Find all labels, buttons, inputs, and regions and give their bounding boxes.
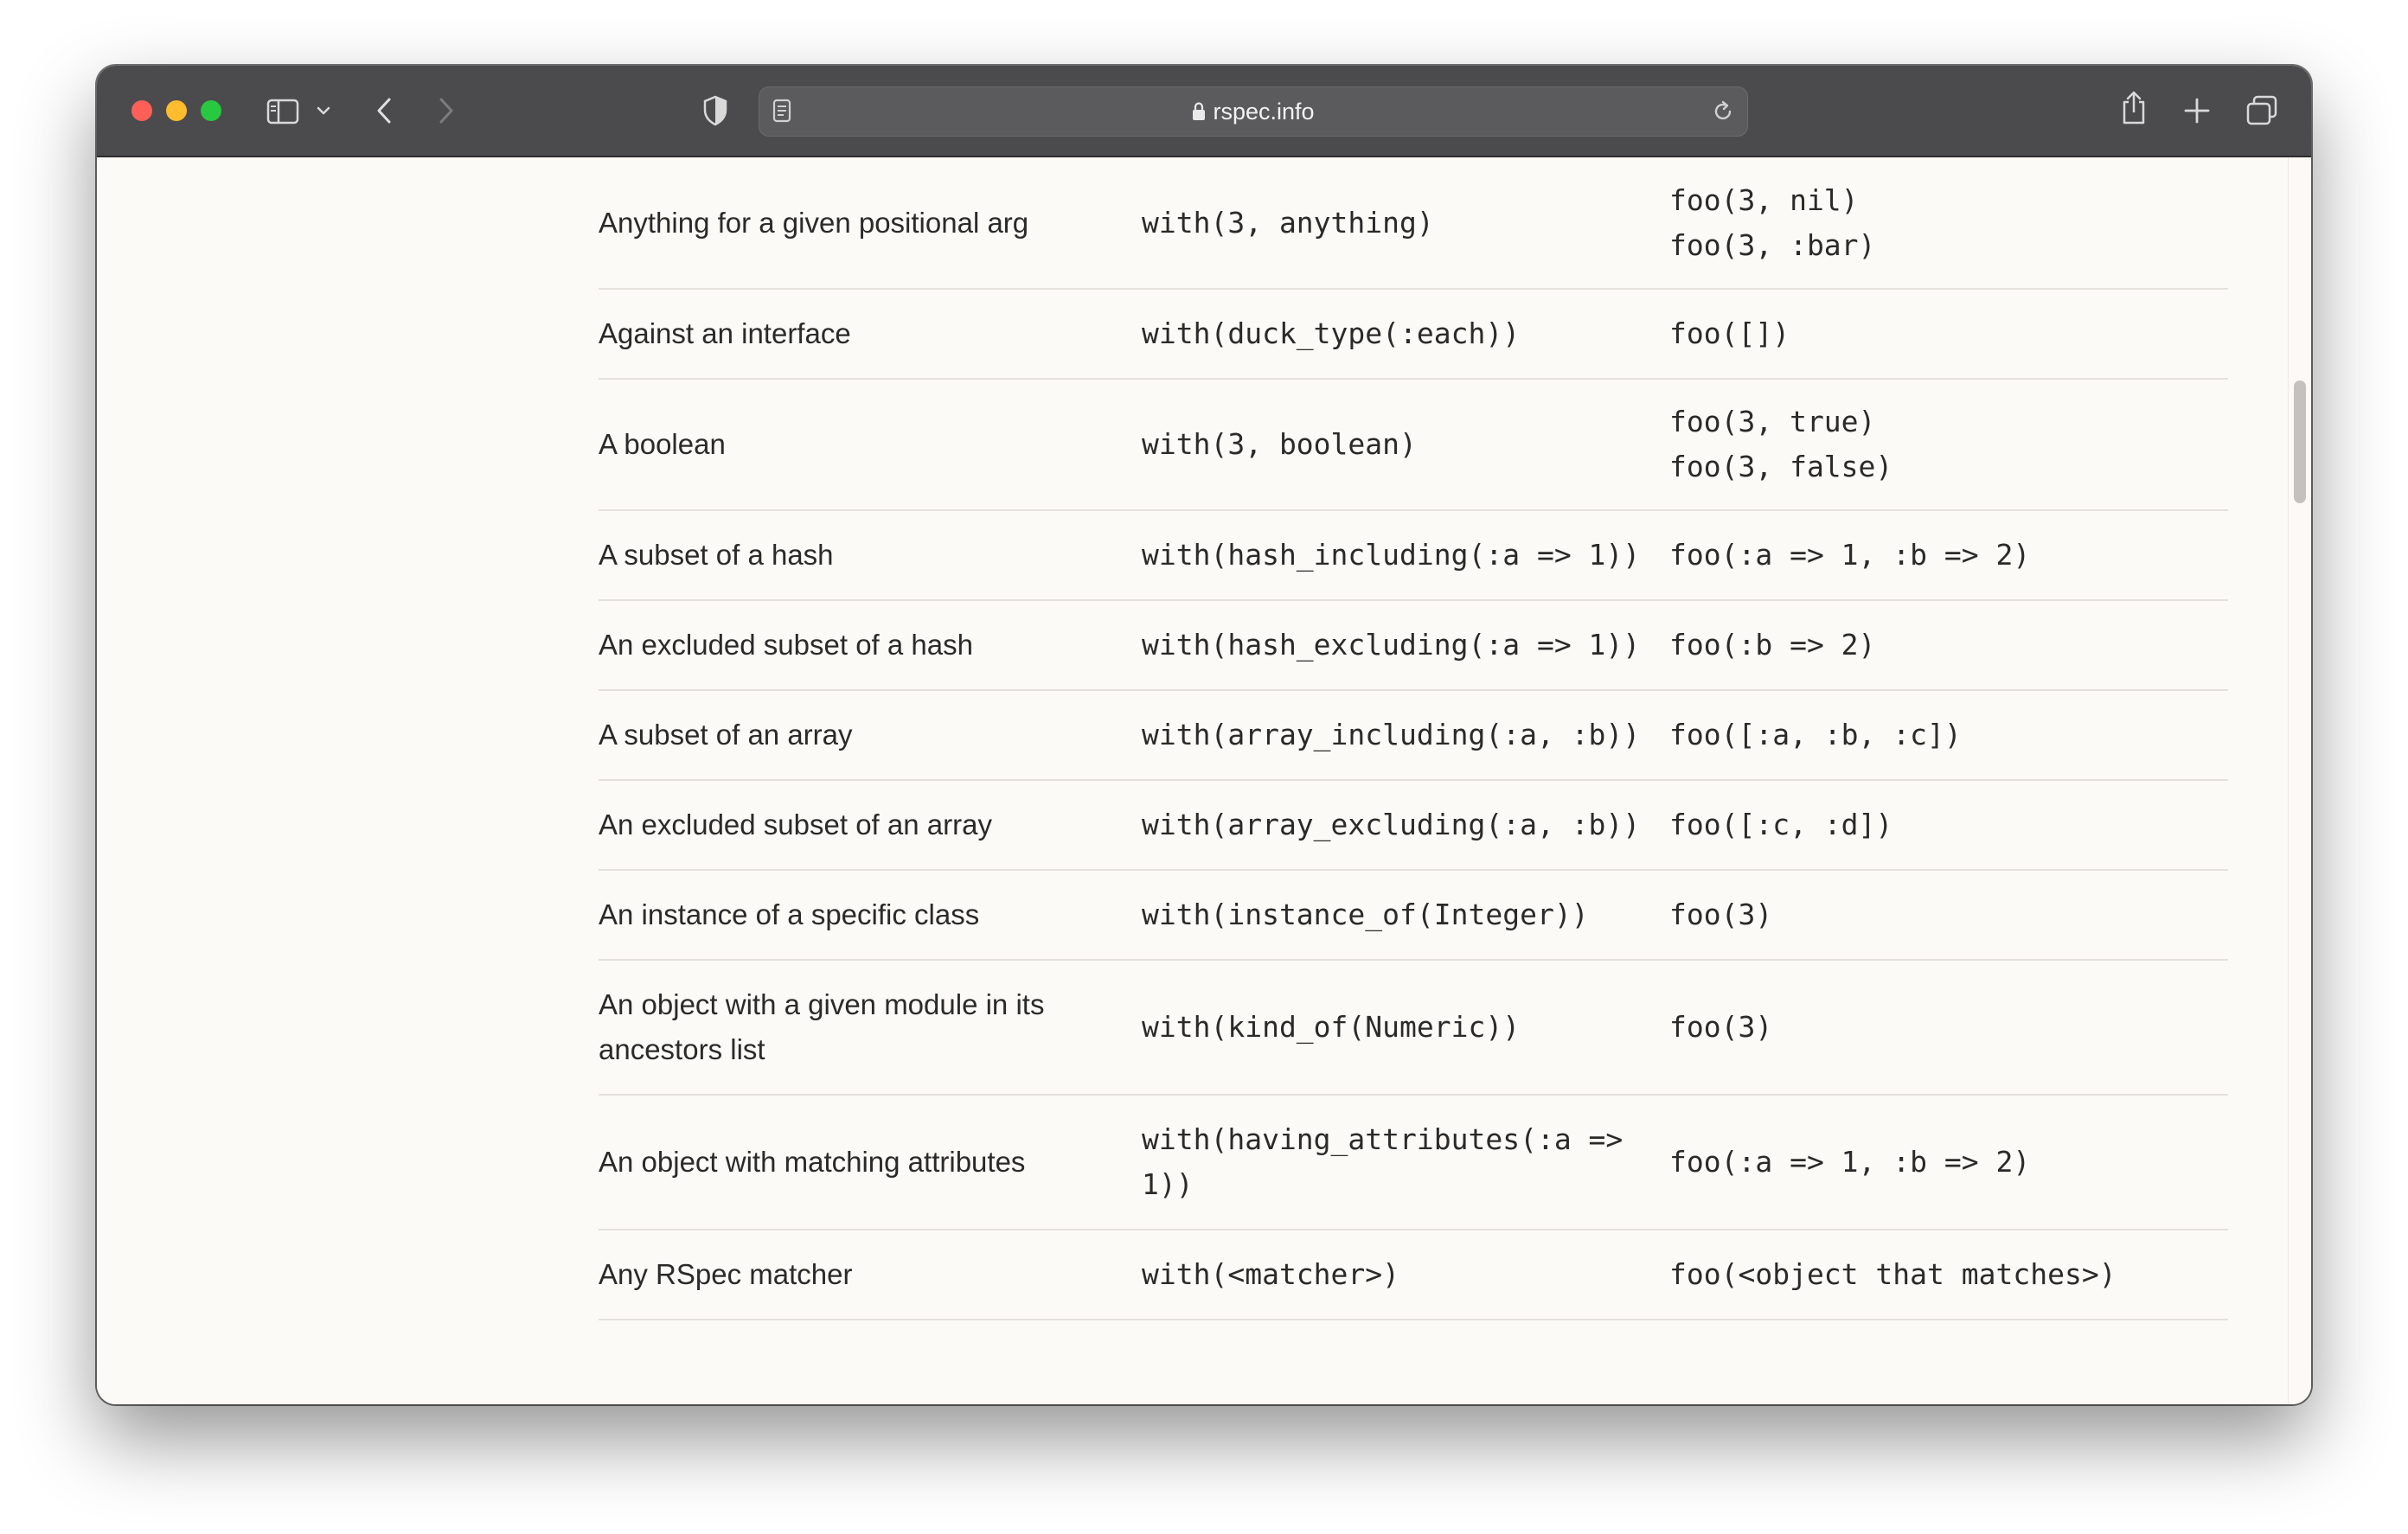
- table-body: Anything for a given positional arg with(…: [599, 157, 2228, 1320]
- matching-call-cell: foo(:a => 1, :b => 2): [1669, 510, 2228, 601]
- matcher-code: with(having_attributes(:a =>: [1142, 1122, 1623, 1156]
- matcher-description: An instance of a specific class: [599, 870, 1142, 961]
- matching-call-example: foo(<object that matches>): [1669, 1257, 2117, 1291]
- argument-matchers-table: Anything for a given positional arg with(…: [599, 157, 2228, 1320]
- matcher-description: An object with a given module in its anc…: [599, 960, 1142, 1096]
- matcher-code-cell: with(3, boolean): [1142, 379, 1669, 511]
- matcher-code: with(hash_excluding(:a => 1)): [1142, 628, 1641, 662]
- browser-toolbar: rspec.info: [97, 66, 2311, 157]
- address-bar[interactable]: rspec.info: [759, 86, 1748, 137]
- matching-call-cell: foo(3): [1669, 960, 2228, 1096]
- table-row: An object with a given module in its anc…: [599, 960, 2228, 1096]
- matching-call-example: foo([:a, :b, :c]): [1669, 718, 1962, 751]
- table-row: Any RSpec matcher with(<matcher>) foo(<obj…: [599, 1230, 2228, 1320]
- browser-window: rspec.info Anything for a given position…: [97, 66, 2311, 1404]
- matching-call-cell: foo(<object that matches>): [1669, 1230, 2228, 1320]
- matching-call-example: foo(3): [1669, 1010, 1773, 1044]
- matching-call-example: foo(3, true): [1669, 405, 1876, 438]
- matching-call-example: foo(3): [1669, 898, 1773, 931]
- matcher-code-cell: with(<matcher>): [1142, 1230, 1669, 1320]
- matcher-code-cell: with(hash_excluding(:a => 1)): [1142, 600, 1669, 691]
- matching-call-cell: foo(:a => 1, :b => 2): [1669, 1095, 2228, 1230]
- page-content: Anything for a given positional arg with(…: [97, 157, 2311, 1404]
- matching-call-example: foo(:b => 2): [1669, 628, 1876, 662]
- matcher-description: An excluded subset of a hash: [599, 600, 1142, 691]
- tab-overview-icon[interactable]: [2245, 95, 2278, 126]
- scrollbar-track[interactable]: [2288, 157, 2311, 1404]
- matcher-code-cell: with(hash_including(:a => 1)): [1142, 510, 1669, 601]
- table-row: An excluded subset of a hash with(hash_ex…: [599, 600, 2228, 691]
- matching-call-cell: foo(3, nil) foo(3, :bar): [1669, 157, 2228, 290]
- matcher-code-cell: with(having_attributes(:a => 1)): [1142, 1095, 1669, 1230]
- matcher-description: Against an interface: [599, 289, 1142, 380]
- matcher-code-cell: with(array_including(:a, :b)): [1142, 690, 1669, 781]
- matcher-code: with(3, boolean): [1142, 427, 1417, 461]
- address-text-wrap: rspec.info: [759, 99, 1747, 124]
- table-row: A boolean with(3, boolean) foo(3, true) foo…: [599, 379, 2228, 511]
- matching-call-cell: foo(3): [1669, 870, 2228, 961]
- matcher-code: with(array_including(:a, :b)): [1142, 718, 1641, 751]
- matching-call-example: foo(:a => 1, :b => 2): [1669, 1145, 2031, 1179]
- forward-arrow-icon[interactable]: [438, 97, 455, 125]
- table-row: Anything for a given positional arg with(…: [599, 157, 2228, 290]
- matching-call-example: foo([:c, :d]): [1669, 808, 1893, 841]
- sidebar-icon[interactable]: [266, 99, 299, 125]
- minimize-window-button[interactable]: [166, 100, 187, 121]
- matcher-code-cell: with(kind_of(Numeric)): [1142, 960, 1669, 1096]
- matching-call-example: foo(3, nil): [1669, 182, 1859, 217]
- reload-icon[interactable]: [1711, 99, 1735, 124]
- matcher-code: 1)): [1142, 1167, 1194, 1201]
- matcher-code-cell: with(3, anything): [1142, 157, 1669, 290]
- chevron-down-icon[interactable]: [317, 105, 330, 116]
- matcher-description: A subset of an array: [599, 690, 1142, 781]
- privacy-shield-icon[interactable]: [702, 95, 728, 126]
- matcher-description: A boolean: [599, 379, 1142, 511]
- table-row: An excluded subset of an array with(array…: [599, 780, 2228, 871]
- matching-call-example: foo(:a => 1, :b => 2): [1669, 538, 2031, 572]
- matcher-code-cell: with(instance_of(Integer)): [1142, 870, 1669, 961]
- matcher-code: with(duck_type(:each)): [1142, 316, 1521, 350]
- table-row: Against an interface with(duck_type(:each…: [599, 289, 2228, 380]
- table-row: A subset of a hash with(hash_including(:a…: [599, 510, 2228, 601]
- table-row: An object with matching attributes with(h…: [599, 1095, 2228, 1230]
- matcher-description: Any RSpec matcher: [599, 1230, 1142, 1320]
- matcher-description: A subset of a hash: [599, 510, 1142, 601]
- matcher-code-cell: with(array_excluding(:a, :b)): [1142, 780, 1669, 871]
- matching-call-cell: foo([:a, :b, :c]): [1669, 690, 2228, 781]
- lock-icon: [1193, 102, 1206, 120]
- matching-call-example: foo(3, :bar): [1669, 227, 1876, 262]
- matcher-code: with(3, anything): [1142, 205, 1434, 240]
- matcher-code-cell: with(duck_type(:each)): [1142, 289, 1669, 380]
- share-icon[interactable]: [2121, 90, 2147, 126]
- zoom-window-button[interactable]: [201, 100, 221, 121]
- new-tab-icon[interactable]: [2183, 97, 2211, 125]
- matching-call-cell: foo(:b => 2): [1669, 600, 2228, 691]
- matching-call-example: foo(3, false): [1669, 450, 1893, 483]
- matcher-description: Anything for a given positional arg: [599, 157, 1142, 290]
- matching-call-cell: foo([]): [1669, 289, 2228, 380]
- matcher-description: An excluded subset of an array: [599, 780, 1142, 871]
- matcher-code: with(instance_of(Integer)): [1142, 898, 1589, 931]
- matching-call-example: foo([]): [1669, 316, 1790, 350]
- close-window-button[interactable]: [131, 100, 152, 121]
- table-row: An instance of a specific class with(inst…: [599, 870, 2228, 961]
- matcher-code: with(<matcher>): [1142, 1257, 1400, 1291]
- matcher-code: with(array_excluding(:a, :b)): [1142, 808, 1641, 841]
- back-arrow-icon[interactable]: [375, 97, 393, 125]
- matcher-description: An object with matching attributes: [599, 1095, 1142, 1230]
- matcher-code: with(hash_including(:a => 1)): [1142, 538, 1641, 572]
- scrollbar-thumb[interactable]: [2294, 380, 2306, 503]
- table-row: A subset of an array with(array_including…: [599, 690, 2228, 781]
- url-text: rspec.info: [1213, 99, 1315, 125]
- matching-call-cell: foo([:c, :d]): [1669, 780, 2228, 871]
- matching-call-cell: foo(3, true) foo(3, false): [1669, 379, 2228, 511]
- matcher-code: with(kind_of(Numeric)): [1142, 1010, 1521, 1044]
